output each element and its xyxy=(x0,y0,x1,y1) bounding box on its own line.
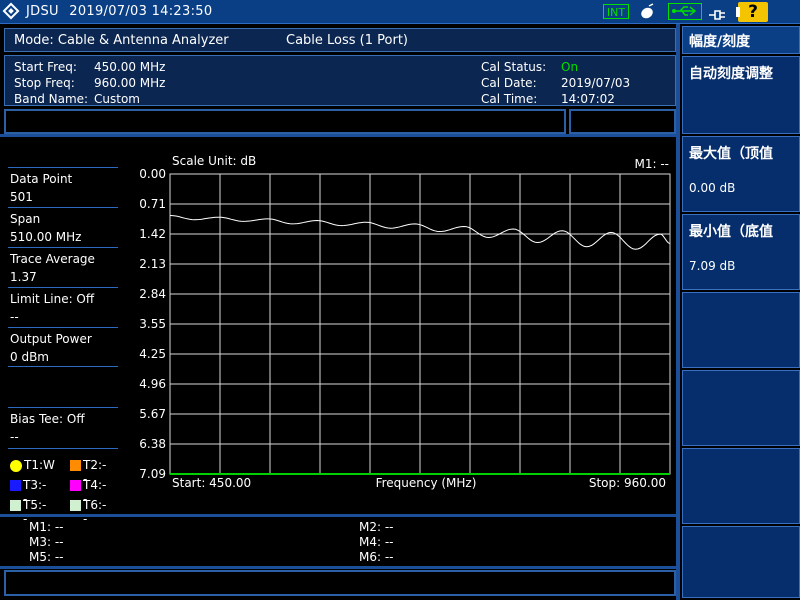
cal-status-value: On xyxy=(561,60,579,74)
param-value: 501 xyxy=(10,190,33,204)
cal-time-label: Cal Time: xyxy=(481,92,538,106)
y-tick-label: 7.09 xyxy=(139,467,166,481)
divider xyxy=(0,514,680,517)
x-start-label: Start: 450.00 xyxy=(172,476,251,490)
x-axis-label: Frequency (MHz) xyxy=(376,476,477,490)
message-bar-aux xyxy=(569,109,676,134)
cable-loss-chart[interactable]: Scale Unit: dB M1: -- 0.00 0.71 1.42 2.13 2.… xyxy=(120,150,676,495)
usb-icon xyxy=(668,3,702,20)
marker-m2: M2: -- xyxy=(359,520,394,534)
marker-readout: M1: -- xyxy=(634,157,669,171)
signal-icon xyxy=(638,3,656,21)
param-label: Trace Average xyxy=(10,252,95,266)
param-value: 1.37 xyxy=(10,270,37,284)
softkey-empty-7[interactable] xyxy=(682,448,800,524)
y-tick-label: 2.13 xyxy=(139,257,166,271)
softkey-empty-8[interactable] xyxy=(682,526,800,598)
y-tick-label: 4.96 xyxy=(139,377,166,391)
trace-label: T1:W xyxy=(24,458,55,472)
softkey-empty-6[interactable] xyxy=(682,370,800,446)
int-badge: INT xyxy=(603,4,629,19)
trace-color-icon xyxy=(10,460,22,472)
trace-color-icon xyxy=(70,500,81,511)
param-value: 0 dBm xyxy=(10,350,49,364)
start-freq-value: 450.00 MHz xyxy=(94,60,166,74)
param-item-bias-tee: Bias Tee: Off -- xyxy=(8,407,118,449)
marker-table: M1: -- M2: -- M3: -- M4: -- M5: -- M6: -… xyxy=(4,518,676,566)
param-label: Data Point xyxy=(10,172,73,186)
measurement-label: Cable Loss (1 Port) xyxy=(286,33,409,48)
settings-info-panel: Start Freq: 450.00 MHz Stop Freq: 960.00… xyxy=(4,55,676,106)
y-tick-label: 4.25 xyxy=(139,347,166,361)
param-item: Limit Line: Off -- xyxy=(8,287,118,326)
band-name-label: Band Name: xyxy=(14,92,89,106)
cal-date-label: Cal Date: xyxy=(481,76,537,90)
softkey-value: 7.09 dB xyxy=(689,259,736,273)
y-tick-label: 5.67 xyxy=(139,407,166,421)
message-bar xyxy=(4,109,566,134)
softkey-empty-5[interactable] xyxy=(682,292,800,368)
marker-m4: M4: -- xyxy=(359,535,394,549)
softkey-title: 最小值（底值 xyxy=(689,224,773,240)
softkey-amplitude-scale[interactable]: 幅度/刻度 xyxy=(682,26,800,54)
trace-color-icon xyxy=(10,500,21,511)
trace-color-icon xyxy=(70,480,81,491)
param-item: Span 510.00 MHz xyxy=(8,207,118,246)
mode-bar: Mode: Cable & Antenna Analyzer Cable Los… xyxy=(4,28,676,52)
datetime-label: 2019/07/03 14:23:50 xyxy=(69,4,213,19)
param-label: Limit Line: Off xyxy=(10,292,95,306)
trace-legend: T1:W T2:-- T3:-- T4:-- T5:-- T6:-- xyxy=(0,456,120,526)
band-name-value: Custom xyxy=(94,92,140,106)
marker-m1: M1: -- xyxy=(29,520,64,534)
bottom-status-bar xyxy=(4,570,676,596)
cal-date-value: 2019/07/03 xyxy=(561,76,631,90)
y-tick-label: 0.71 xyxy=(139,197,166,211)
param-value: 510.00 MHz xyxy=(10,230,82,244)
x-stop-label: Stop: 960.00 xyxy=(589,476,666,490)
param-item: Data Point 501 xyxy=(8,167,118,206)
bias-tee-value: -- xyxy=(10,430,19,444)
brand-label: JDSU xyxy=(26,4,59,19)
trace-color-icon xyxy=(70,460,81,471)
softkey-auto-scale[interactable]: 自动刻度调整 xyxy=(682,56,800,134)
bias-tee-label: Bias Tee: Off xyxy=(10,412,85,426)
divider xyxy=(0,566,680,569)
softkey-min-value[interactable]: 最小值（底值 7.09 dB xyxy=(682,214,800,290)
cal-status-label: Cal Status: xyxy=(481,60,547,74)
softkey-title: 最大值（顶值 xyxy=(689,146,773,162)
start-freq-label: Start Freq: xyxy=(14,60,77,74)
param-label: Span xyxy=(10,212,41,226)
softkey-title: 幅度/刻度 xyxy=(689,34,751,50)
y-tick-label: 0.00 xyxy=(139,167,166,181)
y-tick-label: 6.38 xyxy=(139,437,166,451)
marker-m3: M3: -- xyxy=(29,535,64,549)
mode-label: Mode: Cable & Antenna Analyzer xyxy=(14,33,229,48)
param-item: Output Power 0 dBm xyxy=(8,327,118,367)
battery-icon xyxy=(736,7,740,17)
y-tick-label: 2.84 xyxy=(139,287,166,301)
trace-color-icon xyxy=(10,480,21,491)
scale-unit-label: Scale Unit: dB xyxy=(172,154,256,168)
softkey-max-value[interactable]: 最大值（顶值 0.00 dB xyxy=(682,136,800,212)
param-label: Output Power xyxy=(10,332,92,346)
softkey-title: 自动刻度调整 xyxy=(689,66,773,82)
status-title: JDSU 2019/07/03 14:23:50 xyxy=(26,4,212,19)
power-plug-icon xyxy=(707,3,729,21)
stop-freq-value: 960.00 MHz xyxy=(94,76,166,90)
marker-m5: M5: -- xyxy=(29,550,64,564)
softkey-panel: 幅度/刻度 自动刻度调整 最大值（顶值 0.00 dB 最小值（底值 7.09 … xyxy=(680,24,800,600)
param-item: Trace Average 1.37 xyxy=(8,247,118,286)
param-value: -- xyxy=(10,310,19,324)
marker-m6: M6: -- xyxy=(359,550,394,564)
y-tick-label: 3.55 xyxy=(139,317,166,331)
stop-freq-label: Stop Freq: xyxy=(14,76,75,90)
cal-time-value: 14:07:02 xyxy=(561,92,615,106)
softkey-value: 0.00 dB xyxy=(689,181,736,195)
y-tick-label: 1.42 xyxy=(139,227,166,241)
help-icon[interactable]: ? xyxy=(738,2,768,22)
